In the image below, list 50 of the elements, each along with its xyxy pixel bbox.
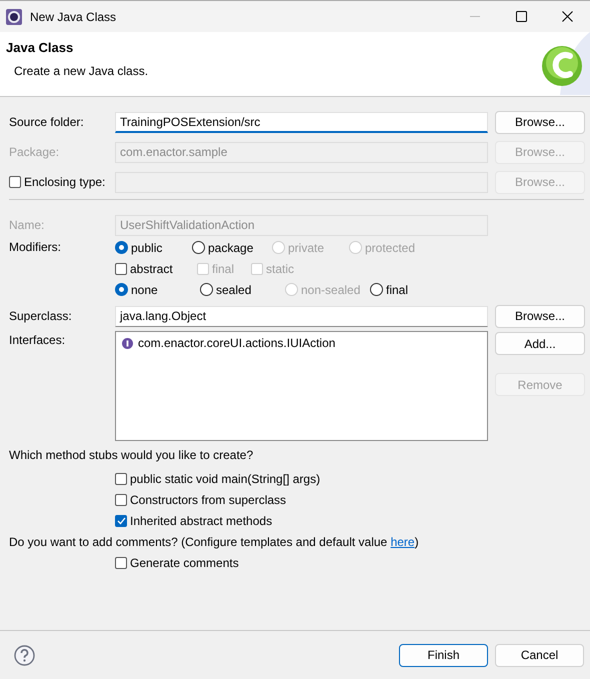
browse-button[interactable]: Browse... [495, 304, 585, 328]
field-label: Superclass: [9, 309, 73, 323]
option-label: Constructors from superclass [130, 492, 286, 506]
dialog-button[interactable]: Cancel [495, 644, 584, 666]
radio-button[interactable] [115, 241, 128, 254]
field-label: Modifiers: [9, 240, 62, 254]
interface-icon [122, 338, 133, 348]
option-label: private [288, 240, 324, 254]
checkbox[interactable] [115, 262, 127, 274]
option-label: package [208, 240, 254, 254]
checkbox[interactable] [115, 556, 127, 568]
option-label: sealed [216, 282, 252, 296]
radio-button[interactable] [200, 283, 213, 296]
option-label: public [131, 240, 162, 254]
option-label: final [212, 262, 234, 276]
option-label: non-sealed [301, 282, 360, 296]
radio-button[interactable] [115, 283, 128, 296]
interfaces-list[interactable]: com.enactor.coreUI.actions.IUIAction [115, 331, 488, 441]
option-label: public static void main(String[] args) [130, 472, 320, 486]
window-title: New Java Class [30, 10, 118, 24]
list-action-button[interactable]: Add... [495, 332, 585, 355]
option-label: static [266, 262, 294, 276]
option-label: Inherited abstract methods [130, 514, 272, 528]
field-label: Interfaces: [9, 332, 66, 349]
list-item[interactable]: com.enactor.coreUI.actions.IUIAction [138, 336, 336, 350]
here-link[interactable]: here [390, 534, 415, 548]
eclipse-app-icon [6, 8, 22, 24]
radio-button[interactable] [370, 283, 383, 296]
checkbox[interactable] [115, 494, 127, 506]
text-field[interactable]: TrainingPOSExtension/src [115, 112, 488, 132]
option-label: none [131, 282, 158, 296]
option-label: final [386, 282, 408, 296]
field-label: Enclosing type: [24, 175, 106, 189]
checkbox[interactable] [115, 472, 127, 484]
help-icon[interactable] [14, 644, 35, 666]
option-label: abstract [130, 262, 173, 276]
option-label: protected [365, 240, 416, 254]
browse-button[interactable]: Browse... [495, 110, 585, 134]
dialog-button[interactable]: Finish [399, 644, 488, 666]
field-label: Package: [9, 145, 60, 159]
page-description: Create a new Java class. [14, 64, 148, 78]
comments-question: Do you want to add comments? (Configure templates and default value here) [9, 534, 419, 548]
checkbox[interactable] [115, 514, 127, 526]
field-label: Source folder: [9, 115, 85, 129]
option-label: Generate comments [130, 556, 239, 570]
page-title: Java Class [6, 40, 74, 55]
field-label: Name: [9, 218, 46, 232]
stubs-question: Which method stubs would you like to create? [9, 448, 254, 464]
radio-button[interactable] [192, 241, 205, 254]
superclass-field[interactable]: java.lang.Object [115, 306, 488, 326]
